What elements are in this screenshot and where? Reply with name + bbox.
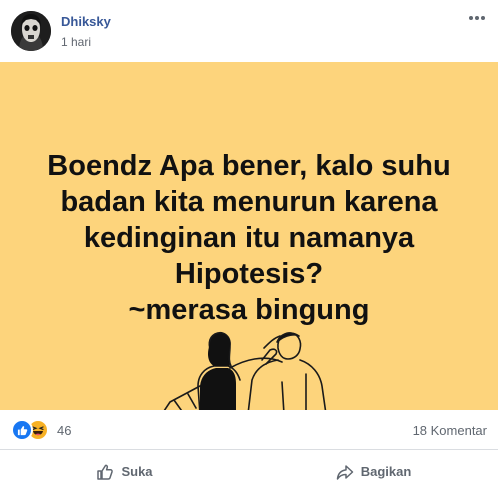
like-reaction-icon [11,419,33,441]
more-options-icon[interactable] [464,8,490,28]
share-icon [336,464,353,480]
share-button-label: Bagikan [360,464,412,479]
post-timestamp[interactable]: 1 hari [61,35,91,49]
avatar[interactable] [11,11,51,51]
banner-line: badan kita menurun karena [60,186,438,218]
thumbs-up-icon [97,464,114,480]
comment-count-link[interactable]: 18 Komentar [413,423,487,438]
banner-line: ~merasa bingung [128,294,370,326]
banner-line: Hipotesis? [174,258,324,290]
banner-line: kedinginan itu namanya [83,222,415,254]
post-text-banner[interactable]: Boendz Apa bener, kalo suhu badan kita m… [0,62,498,410]
friends-illustration [163,331,327,410]
share-button[interactable]: Bagikan [249,450,498,493]
post-stats-bar: 46 18 Komentar [0,410,498,450]
post-action-bar: Suka Bagikan [0,450,498,493]
author-name[interactable]: Dhiksky [61,14,111,29]
like-button-label: Suka [121,464,153,479]
post-header: Dhiksky 1 hari [0,0,498,62]
reactions-summary[interactable]: 46 [11,419,72,441]
banner-text: Boendz Apa bener, kalo suhu badan kita m… [0,148,498,328]
reaction-count: 46 [57,422,72,438]
facebook-post: Dhiksky 1 hari Boendz Apa bener, kalo su… [0,0,498,493]
like-button[interactable]: Suka [0,450,249,493]
banner-line: Boendz Apa bener, kalo suhu [47,150,451,182]
